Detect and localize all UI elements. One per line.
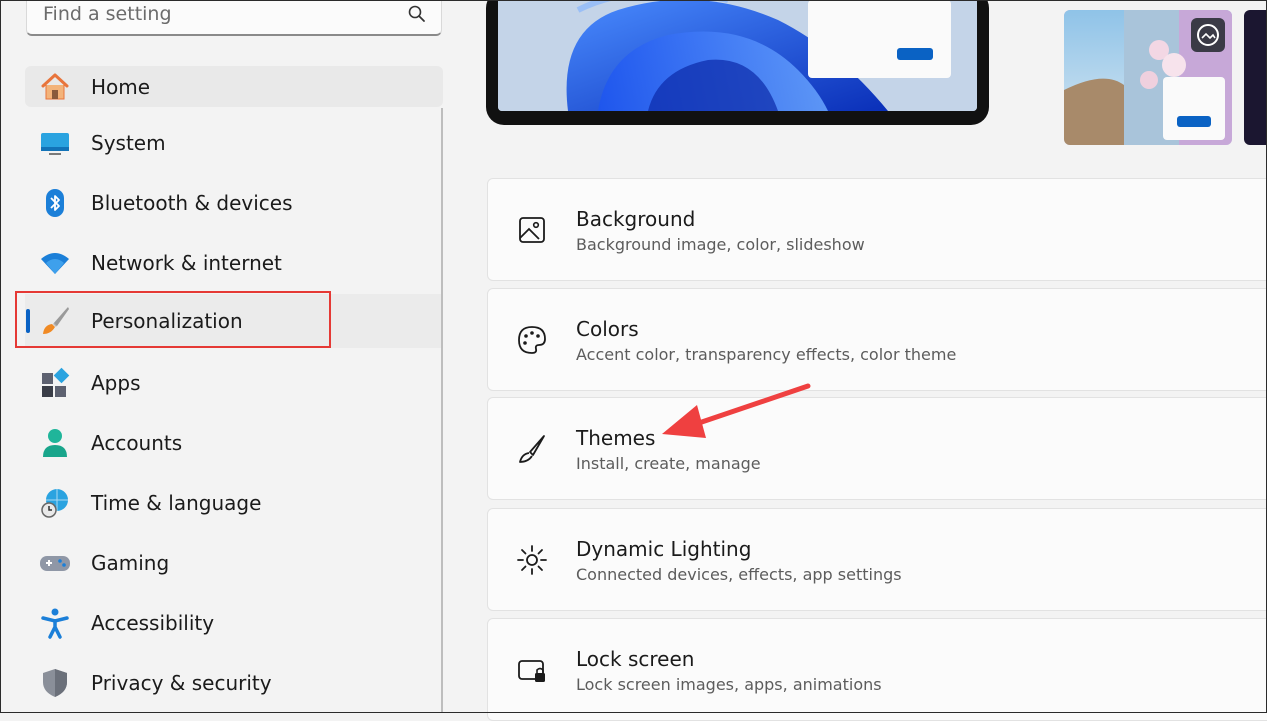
card-dynamic-lighting[interactable]: Dynamic Lighting Connected devices, effe…	[487, 508, 1267, 611]
shield-icon	[43, 669, 67, 697]
sidebar-item-apps[interactable]: Apps	[25, 362, 443, 403]
thumbnail-accent-button	[1177, 116, 1211, 127]
sidebar-item-bluetooth[interactable]: Bluetooth & devices	[25, 182, 443, 223]
sidebar-item-time-language[interactable]: Time & language	[25, 482, 443, 523]
card-title: Themes	[576, 426, 656, 450]
sidebar-item-label: Accounts	[91, 431, 183, 455]
lock-screen-icon	[518, 660, 545, 682]
sidebar-item-label: Network & internet	[91, 251, 282, 275]
sidebar-item-system[interactable]: System	[25, 122, 443, 163]
bluetooth-icon	[46, 189, 64, 217]
sidebar-item-privacy-security[interactable]: Privacy & security	[25, 662, 443, 703]
search-box[interactable]	[26, 0, 442, 36]
sidebar-item-accessibility[interactable]: Accessibility	[25, 602, 443, 643]
card-title: Colors	[576, 317, 639, 341]
theme-thumbnail[interactable]	[1244, 10, 1267, 145]
highlight-box	[15, 291, 331, 348]
sidebar-item-label: Gaming	[91, 551, 170, 575]
wifi-icon	[41, 253, 69, 274]
sidebar-scrollbar[interactable]	[441, 108, 443, 713]
preview-accent-button	[897, 48, 933, 60]
globe-clock-icon	[41, 489, 68, 518]
card-description: Accent color, transparency effects, colo…	[576, 345, 957, 364]
sidebar-item-home[interactable]: Home	[25, 66, 443, 107]
card-background[interactable]: Background Background image, color, slid…	[487, 178, 1267, 281]
sidebar-item-label: Bluetooth & devices	[91, 191, 293, 215]
card-description: Lock screen images, apps, animations	[576, 675, 882, 694]
monitor-icon	[41, 133, 69, 155]
card-colors[interactable]: Colors Accent color, transparency effect…	[487, 288, 1267, 391]
preview-window	[808, 0, 951, 78]
search-icon[interactable]	[407, 4, 427, 24]
sidebar-item-label: Apps	[91, 371, 141, 395]
apps-icon	[42, 367, 70, 397]
sidebar-item-label: Time & language	[91, 491, 262, 515]
thumbnail-window	[1163, 77, 1225, 140]
photo-badge-icon	[1197, 24, 1219, 46]
card-lock-screen[interactable]: Lock screen Lock screen images, apps, an…	[487, 618, 1267, 721]
image-icon	[519, 217, 545, 243]
theme-thumbnail[interactable]	[1064, 10, 1232, 145]
card-description: Background image, color, slideshow	[576, 235, 865, 254]
sidebar-item-label: Accessibility	[91, 611, 215, 635]
card-title: Dynamic Lighting	[576, 537, 752, 561]
theme-preview	[486, 0, 989, 125]
card-title: Lock screen	[576, 647, 695, 671]
search-input[interactable]	[41, 0, 385, 29]
accessibility-icon	[41, 608, 69, 639]
sidebar-item-network[interactable]: Network & internet	[25, 242, 443, 283]
sidebar-item-label: Home	[91, 75, 151, 99]
card-description: Install, create, manage	[576, 454, 761, 473]
card-title: Background	[576, 207, 696, 231]
gamepad-icon	[40, 556, 70, 571]
home-icon	[41, 73, 69, 100]
sidebar-item-accounts[interactable]: Accounts	[25, 422, 443, 463]
palette-icon	[518, 326, 546, 354]
card-description: Connected devices, effects, app settings	[576, 565, 902, 584]
lighting-icon	[517, 545, 547, 575]
person-icon	[43, 429, 67, 457]
sidebar-item-label: Privacy & security	[91, 671, 272, 695]
theme-badge	[1191, 18, 1225, 52]
sidebar-item-gaming[interactable]: Gaming	[25, 542, 443, 583]
sidebar-item-label: System	[91, 131, 166, 155]
card-themes[interactable]: Themes Install, create, manage	[487, 397, 1267, 500]
brush-icon	[519, 435, 545, 463]
